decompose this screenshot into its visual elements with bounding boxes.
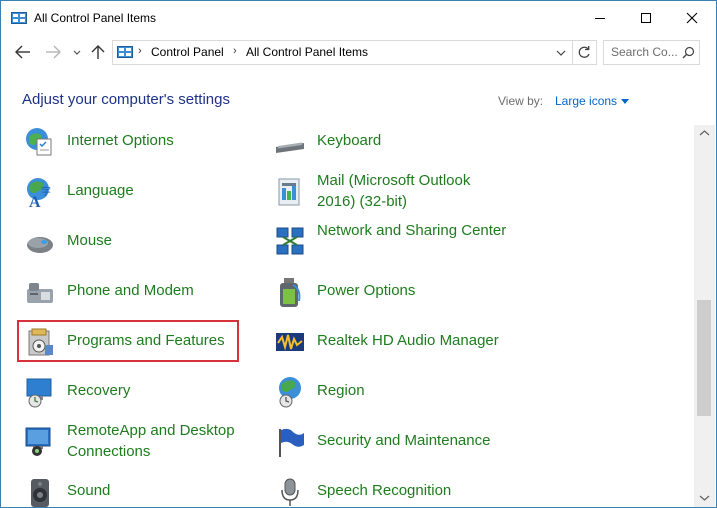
item-mail[interactable]: Mail (Microsoft Outlook 2016) (32-bit) [267,169,507,213]
up-arrow-icon[interactable] [89,43,107,61]
item-label: Security and Maintenance [317,432,491,449]
vertical-scrollbar[interactable] [694,125,715,507]
item-keyboard[interactable]: Keyboard [267,125,507,163]
item-sound[interactable]: Sound [17,469,247,507]
item-label: Mouse [67,232,113,249]
control-panel-window: All Control Panel Items › Control Panel … [0,0,717,508]
language-icon: A 字 [27,178,51,209]
scroll-up-arrow-icon[interactable] [694,125,715,142]
recent-locations-chevron-icon[interactable] [71,45,83,59]
maximize-button[interactable] [623,1,669,35]
remoteapp-icon [25,427,51,456]
refresh-icon[interactable] [572,41,596,64]
item-label: Phone and Modem [67,282,194,299]
control-panel-icon [117,46,133,58]
search-box[interactable]: Search Co... [603,40,700,65]
address-bar[interactable]: › Control Panel › All Control Panel Item… [112,40,597,65]
back-arrow-icon[interactable] [13,43,33,61]
item-label: Network and Sharing Center [317,222,507,239]
caret-down-icon[interactable] [621,99,629,104]
view-by-dropdown[interactable]: Large icons [555,94,617,108]
close-icon [686,12,698,24]
minimize-button[interactable] [577,1,623,35]
microphone-icon [281,478,299,506]
item-label: Realtek HD Audio Manager [317,332,499,349]
address-dropdown-icon[interactable] [551,41,571,64]
breadcrumb-control-panel[interactable]: Control Panel [151,45,224,59]
navigation-bar: › Control Panel › All Control Panel Item… [1,35,716,69]
network-icon [276,227,304,255]
item-realtek-hd-audio-manager[interactable]: Realtek HD Audio Manager [267,319,507,363]
security-flag-icon [279,428,304,457]
forward-arrow-icon[interactable] [43,43,63,61]
breadcrumb-all-items[interactable]: All Control Panel Items [246,45,368,59]
control-panel-items: Internet Options A 字 Language Mouse Phon… [1,125,691,507]
item-label: Language [67,182,134,199]
item-label: Mail (Microsoft Outlook 2016) (32-bit) [317,172,471,210]
search-icon[interactable] [682,46,695,59]
item-remoteapp[interactable]: RemoteApp and Desktop Connections [17,419,247,463]
page-title: Adjust your computer's settings [22,91,230,108]
keyboard-icon [276,142,304,153]
control-panel-icon [11,12,27,24]
item-speech-recognition[interactable]: Speech Recognition [267,469,507,507]
phone-modem-icon [27,283,53,303]
sound-icon [31,479,49,507]
item-recovery[interactable]: Recovery [17,369,247,413]
breadcrumb-chevron-icon[interactable]: › [233,45,237,57]
mail-icon [278,178,300,206]
region-icon [279,377,301,408]
item-label: Internet Options [67,132,174,149]
title-bar[interactable]: All Control Panel Items [1,1,716,35]
recovery-icon [26,378,52,408]
item-phone-and-modem[interactable]: Phone and Modem [17,269,247,313]
scroll-down-arrow-icon[interactable] [694,489,715,506]
svg-text:A: A [29,194,41,209]
item-power-options[interactable]: Power Options [267,269,507,313]
item-label: Keyboard [317,132,382,149]
svg-text:字: 字 [41,185,51,198]
power-options-icon [280,278,301,307]
maximize-icon [641,13,651,23]
minimize-icon [595,18,605,19]
close-button[interactable] [669,1,715,35]
mouse-icon [27,237,53,253]
item-network-and-sharing-center[interactable]: Network and Sharing Center [267,219,507,263]
view-by-label: View by: [498,94,544,108]
internet-options-icon [26,128,52,156]
item-region[interactable]: Region [267,369,507,413]
search-input[interactable]: Search Co... [611,45,678,59]
breadcrumb-chevron-icon[interactable]: › [138,45,142,57]
item-label: Power Options [317,282,416,299]
item-internet-options[interactable]: Internet Options [17,125,247,163]
item-label: Region [317,382,365,399]
item-mouse[interactable]: Mouse [17,219,247,263]
highlight-box [17,320,239,362]
scrollbar-thumb[interactable] [697,300,711,416]
item-language[interactable]: A 字 Language [17,169,247,213]
item-label: Recovery [67,382,131,399]
item-security-and-maintenance[interactable]: Security and Maintenance [267,419,507,463]
item-label: RemoteApp and Desktop Connections [67,422,235,460]
window-title: All Control Panel Items [34,11,157,25]
item-label: Sound [67,482,111,499]
realtek-audio-icon [276,333,304,351]
item-label: Speech Recognition [317,482,452,499]
